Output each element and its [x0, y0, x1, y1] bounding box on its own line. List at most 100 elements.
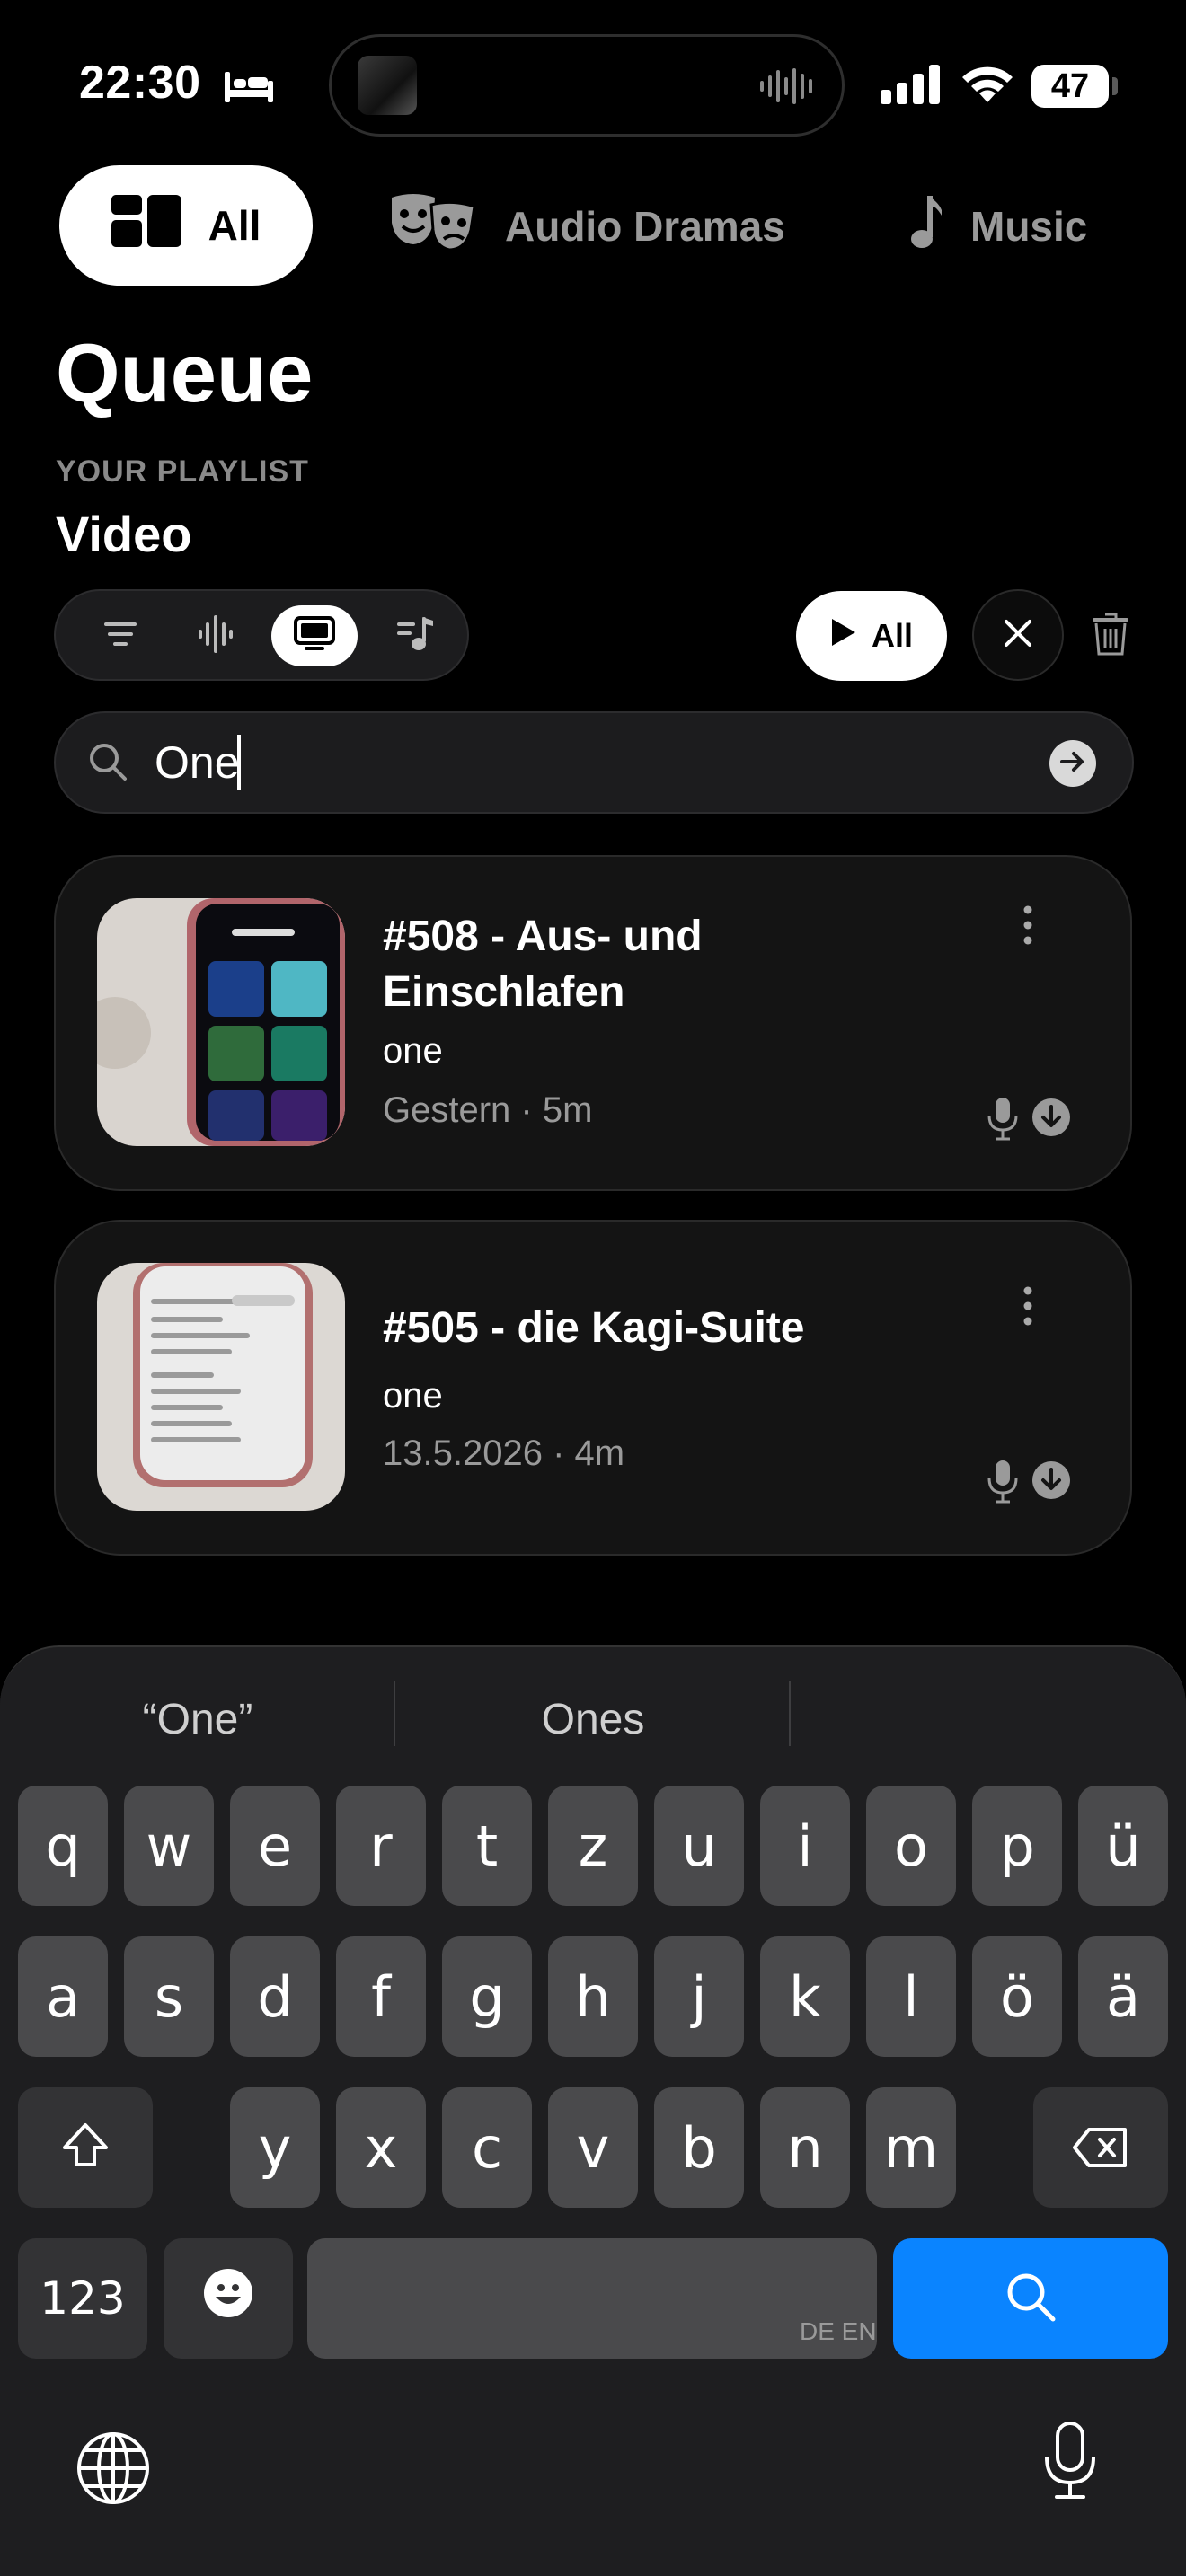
key-x[interactable]: x	[336, 2087, 426, 2208]
key-e[interactable]: e	[230, 1786, 320, 1906]
more-options-button[interactable]	[1010, 1281, 1046, 1335]
key-o[interactable]: o	[866, 1786, 956, 1906]
music-list-icon	[397, 616, 433, 656]
backspace-icon	[1073, 2115, 1128, 2181]
queue-item[interactable]: #505 - die Kagi-Suite one 13.5.2026 · 4m	[54, 1220, 1132, 1556]
filter-music-button[interactable]	[372, 605, 458, 666]
key-b[interactable]: b	[654, 2087, 744, 2208]
key-d[interactable]: d	[230, 1936, 320, 2057]
downloaded-icon	[1031, 1460, 1071, 1504]
status-time: 22:30	[79, 57, 201, 109]
clear-queue-button[interactable]	[972, 589, 1064, 681]
key-k[interactable]: k	[760, 1936, 850, 2057]
grid-icon	[111, 194, 183, 257]
shift-icon	[62, 2115, 109, 2181]
filter-all-button[interactable]	[77, 605, 164, 666]
key-r[interactable]: r	[336, 1786, 426, 1906]
key-s[interactable]: s	[124, 1936, 214, 2057]
playlist-label: YOUR PLAYLIST	[56, 454, 309, 489]
battery-indicator: 47	[1031, 65, 1109, 108]
list-icon	[104, 622, 137, 650]
waveform-icon	[760, 66, 816, 110]
key-n[interactable]: n	[760, 2087, 850, 2208]
play-all-label: All	[871, 617, 913, 654]
episode-podcast: one	[383, 1376, 443, 1416]
playlist-name[interactable]: Video	[56, 505, 191, 563]
key-l[interactable]: l	[866, 1936, 956, 2057]
tab-all-label: All	[208, 202, 261, 249]
text-caret	[237, 735, 241, 790]
suggestion-1[interactable]: “One”	[0, 1685, 395, 1753]
tab-audio-dramas[interactable]: Audio Dramas	[388, 192, 785, 260]
search-query[interactable]: One	[155, 737, 240, 789]
backspace-key[interactable]	[1033, 2087, 1168, 2208]
episode-podcast: one	[383, 1031, 443, 1071]
now-playing-artwork	[358, 56, 417, 115]
suggestion-2[interactable]: Ones	[395, 1685, 791, 1753]
microphone-icon[interactable]	[1042, 2422, 1098, 2505]
downloaded-icon	[1031, 1098, 1071, 1142]
space-key[interactable]	[307, 2238, 877, 2359]
battery-tip	[1112, 77, 1118, 95]
key-m[interactable]: m	[866, 2087, 956, 2208]
key-a-umlaut[interactable]: ä	[1078, 1936, 1168, 2057]
more-options-button[interactable]	[1010, 900, 1046, 954]
key-f[interactable]: f	[336, 1936, 426, 2057]
queue-item[interactable]: #508 - Aus- und Einschlafen one Gestern …	[54, 855, 1132, 1191]
waveform-icon	[199, 614, 233, 657]
more-vertical-icon	[1022, 1286, 1033, 1330]
key-w[interactable]: w	[124, 1786, 214, 1906]
key-z[interactable]: z	[548, 1786, 638, 1906]
key-a[interactable]: a	[18, 1936, 108, 2057]
tab-music[interactable]: Music	[907, 192, 1087, 260]
key-p[interactable]: p	[972, 1786, 1062, 1906]
key-j[interactable]: j	[654, 1936, 744, 2057]
search-icon	[88, 742, 128, 786]
transcript-mic-icon	[987, 1460, 1019, 1508]
keyboard-search-key[interactable]	[893, 2238, 1168, 2359]
play-all-button[interactable]: All	[796, 591, 947, 681]
tv-icon	[294, 615, 335, 657]
close-icon	[1004, 619, 1032, 652]
wifi-icon	[960, 63, 1015, 109]
key-g[interactable]: g	[442, 1936, 532, 2057]
theater-masks-icon	[388, 192, 478, 261]
key-i[interactable]: i	[760, 1786, 850, 1906]
episode-meta: 13.5.2026 · 4m	[383, 1434, 625, 1473]
tab-music-label: Music	[970, 203, 1088, 250]
suggestion-3[interactable]	[791, 1685, 1186, 1753]
numbers-key[interactable]: 123	[18, 2238, 147, 2359]
key-h[interactable]: h	[548, 1936, 638, 2057]
transcript-mic-icon	[987, 1098, 1019, 1145]
episode-thumbnail	[97, 1263, 345, 1511]
key-o-umlaut[interactable]: ö	[972, 1936, 1062, 2057]
tab-audio-dramas-label: Audio Dramas	[505, 203, 785, 250]
key-t[interactable]: t	[442, 1786, 532, 1906]
episode-title: #508 - Aus- und Einschlafen	[383, 913, 703, 1016]
trash-icon	[1093, 613, 1128, 660]
space-language-hint: DE EN	[800, 2317, 877, 2345]
key-q[interactable]: q	[18, 1786, 108, 1906]
shift-key[interactable]	[18, 2087, 153, 2208]
tab-all[interactable]: All	[59, 165, 313, 286]
key-y[interactable]: y	[230, 2087, 320, 2208]
key-u-umlaut[interactable]: ü	[1078, 1786, 1168, 1906]
filter-video-button[interactable]	[271, 605, 358, 666]
episode-title: #505 - die Kagi-Suite	[383, 1304, 805, 1352]
emoji-key[interactable]	[164, 2238, 293, 2359]
key-c[interactable]: c	[442, 2087, 532, 2208]
search-icon	[1005, 2272, 1056, 2326]
key-v[interactable]: v	[548, 2087, 638, 2208]
play-icon	[830, 617, 857, 656]
arrow-right-icon	[1060, 751, 1085, 777]
delete-button[interactable]	[1084, 607, 1137, 665]
filter-audio-button[interactable]	[173, 605, 259, 666]
music-note-icon	[907, 194, 943, 260]
page-title: Queue	[56, 328, 314, 419]
cellular-signal-icon	[881, 65, 942, 109]
media-type-filter	[54, 589, 469, 681]
key-u[interactable]: u	[654, 1786, 744, 1906]
episode-meta: Gestern · 5m	[383, 1090, 593, 1130]
globe-icon[interactable]	[75, 2430, 151, 2510]
search-submit-button[interactable]	[1049, 740, 1096, 787]
